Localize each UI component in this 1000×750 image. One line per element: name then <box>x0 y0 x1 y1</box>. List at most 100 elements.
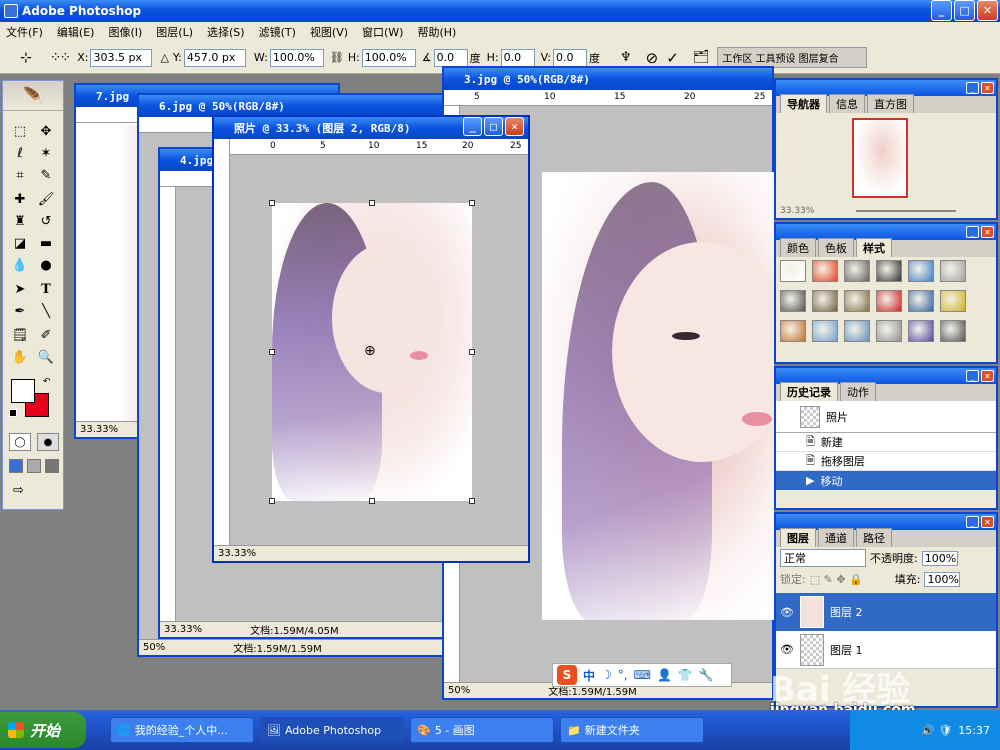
menu-file[interactable]: 文件(F) <box>6 24 43 40</box>
move-tool-preset-icon[interactable]: ⊹ <box>20 50 32 66</box>
tray-icons[interactable]: 🔊 🛡 <box>921 724 952 737</box>
warp-icon[interactable]: ♆ <box>620 50 632 65</box>
screen-mode-standard-icon[interactable] <box>9 459 23 473</box>
style-swatch[interactable] <box>844 290 870 312</box>
style-swatch[interactable] <box>940 290 966 312</box>
transform-handle-bl[interactable] <box>269 498 275 504</box>
document-canvas-3[interactable] <box>542 172 774 620</box>
eye-icon[interactable]: 👁 <box>780 606 794 619</box>
start-button[interactable]: 开始 <box>0 712 86 748</box>
path-selection-tool-icon[interactable]: ➤ <box>9 279 31 299</box>
slice-tool-icon[interactable]: ✎ <box>35 165 57 185</box>
cancel-transform-icon[interactable]: ⊘ <box>646 49 659 67</box>
tab-navigator[interactable]: 导航器 <box>780 94 827 113</box>
jump-to-imageready-icon[interactable]: ⇨ <box>13 483 24 498</box>
history-brush-tool-icon[interactable]: ↺ <box>35 211 57 231</box>
crop-tool-icon[interactable]: ⌗ <box>9 165 31 185</box>
foreground-color-swatch[interactable] <box>11 379 35 403</box>
eraser-tool-icon[interactable]: ◪ <box>9 233 31 253</box>
standard-mode-icon[interactable]: ◯ <box>9 433 31 451</box>
menu-edit[interactable]: 编辑(E) <box>57 24 95 40</box>
eye-icon[interactable]: 👁 <box>780 643 794 656</box>
transform-center-icon[interactable]: ⊕ <box>364 343 376 359</box>
panel-close-button[interactable]: ✕ <box>981 516 994 528</box>
taskbar-item-browser[interactable]: 🌐 我的经验_个人中... <box>110 717 254 743</box>
blur-tool-icon[interactable]: 💧 <box>9 255 31 275</box>
notes-tool-icon[interactable]: 🗒 <box>9 325 31 345</box>
opacity-input[interactable]: 100% <box>921 550 958 566</box>
clone-stamp-tool-icon[interactable]: ♜ <box>9 211 31 231</box>
tab-info[interactable]: 信息 <box>829 94 865 113</box>
minimize-button[interactable]: _ <box>931 0 952 21</box>
transform-handle-br[interactable] <box>469 498 475 504</box>
ime-user-icon[interactable]: 👤 <box>657 668 672 682</box>
style-swatch[interactable] <box>780 290 806 312</box>
type-tool-icon[interactable]: T <box>35 279 57 299</box>
x-input[interactable] <box>90 48 153 67</box>
style-swatch[interactable] <box>844 320 870 342</box>
width-input[interactable] <box>269 48 324 67</box>
ime-toolbar[interactable]: S 中 ☽ °, ⌨ 👤 👕 🔧 <box>552 663 732 687</box>
doc-close-button[interactable]: ✕ <box>505 117 524 136</box>
style-swatch[interactable] <box>940 320 966 342</box>
transform-handle-tl[interactable] <box>269 200 275 206</box>
commit-transform-icon[interactable]: ✓ <box>666 49 679 67</box>
vskew-input[interactable] <box>553 48 587 67</box>
default-colors-icon[interactable] <box>9 409 17 417</box>
link-icon[interactable]: ⛓ <box>330 51 344 64</box>
style-swatch[interactable] <box>844 260 870 282</box>
y-input[interactable] <box>183 48 246 67</box>
screen-mode-full-menu-icon[interactable] <box>27 459 41 473</box>
tab-swatches[interactable]: 色板 <box>818 238 854 257</box>
transform-handle-ml[interactable] <box>269 349 275 355</box>
dodge-tool-icon[interactable]: ● <box>35 255 57 275</box>
screen-mode-full-icon[interactable] <box>45 459 59 473</box>
transform-handle-mr[interactable] <box>469 349 475 355</box>
menu-help[interactable]: 帮助(H) <box>417 24 456 40</box>
panel-minimize-button[interactable]: _ <box>966 370 979 382</box>
lasso-tool-icon[interactable]: ℓ <box>9 143 31 163</box>
eyedropper-tool-icon[interactable]: ✐ <box>35 325 57 345</box>
navigator-thumbnail[interactable] <box>852 118 908 198</box>
tab-histogram[interactable]: 直方图 <box>867 94 914 113</box>
panel-minimize-button[interactable]: _ <box>966 516 979 528</box>
ime-tools-icon[interactable]: 🔧 <box>699 668 714 682</box>
hskew-input[interactable] <box>500 48 535 67</box>
style-swatch[interactable] <box>940 260 966 282</box>
healing-brush-tool-icon[interactable]: ✚ <box>9 189 31 209</box>
brush-tool-icon[interactable]: 🖌 <box>35 189 57 209</box>
lock-icons[interactable]: ⬚ ✎ ✥ 🔒 <box>810 573 863 586</box>
menu-filter[interactable]: 滤镜(T) <box>259 24 296 40</box>
tab-color[interactable]: 颜色 <box>780 238 816 257</box>
history-snapshot[interactable]: 照片 <box>776 401 996 433</box>
hand-tool-icon[interactable]: ✋ <box>9 347 31 367</box>
tab-channels[interactable]: 通道 <box>818 528 854 547</box>
panel-close-button[interactable]: ✕ <box>981 82 994 94</box>
panel-minimize-button[interactable]: _ <box>966 82 979 94</box>
menu-select[interactable]: 选择(S) <box>207 24 245 40</box>
taskbar-item-photoshop[interactable]: 🖼 Adobe Photoshop <box>260 717 404 743</box>
style-swatch[interactable] <box>780 320 806 342</box>
style-swatch[interactable] <box>812 320 838 342</box>
ime-chinese-mode[interactable]: 中 <box>583 667 595 684</box>
file-browser-icon[interactable]: 🗂 <box>693 50 710 65</box>
tab-history[interactable]: 历史记录 <box>780 382 838 401</box>
panel-close-button[interactable]: ✕ <box>981 370 994 382</box>
transform-handle-bc[interactable] <box>369 498 375 504</box>
magic-wand-tool-icon[interactable]: ✶ <box>35 143 57 163</box>
ime-keyboard-icon[interactable]: ⌨ <box>634 668 651 682</box>
panel-close-button[interactable]: ✕ <box>981 226 994 238</box>
pen-tool-icon[interactable]: ✒ <box>9 301 31 321</box>
taskbar-item-folder[interactable]: 📁 新建文件夹 <box>560 717 704 743</box>
document-window-photo[interactable]: 照片 @ 33.3% (图层 2, RGB/8) _ □ ✕ 0 5 10 15… <box>212 115 530 563</box>
gradient-tool-icon[interactable]: ▬ <box>35 233 57 253</box>
panel-minimize-button[interactable]: _ <box>966 226 979 238</box>
style-swatch[interactable] <box>908 320 934 342</box>
reference-point-icon[interactable]: ⁘⁘ <box>50 50 72 66</box>
blend-mode-select[interactable]: 正常 <box>780 549 866 567</box>
zoom-tool-icon[interactable]: 🔍 <box>35 347 57 367</box>
doc-maximize-button[interactable]: □ <box>484 117 503 136</box>
ime-fullwidth-icon[interactable]: ☽ <box>601 668 612 682</box>
transform-handle-tc[interactable] <box>369 200 375 206</box>
style-swatch[interactable] <box>908 260 934 282</box>
